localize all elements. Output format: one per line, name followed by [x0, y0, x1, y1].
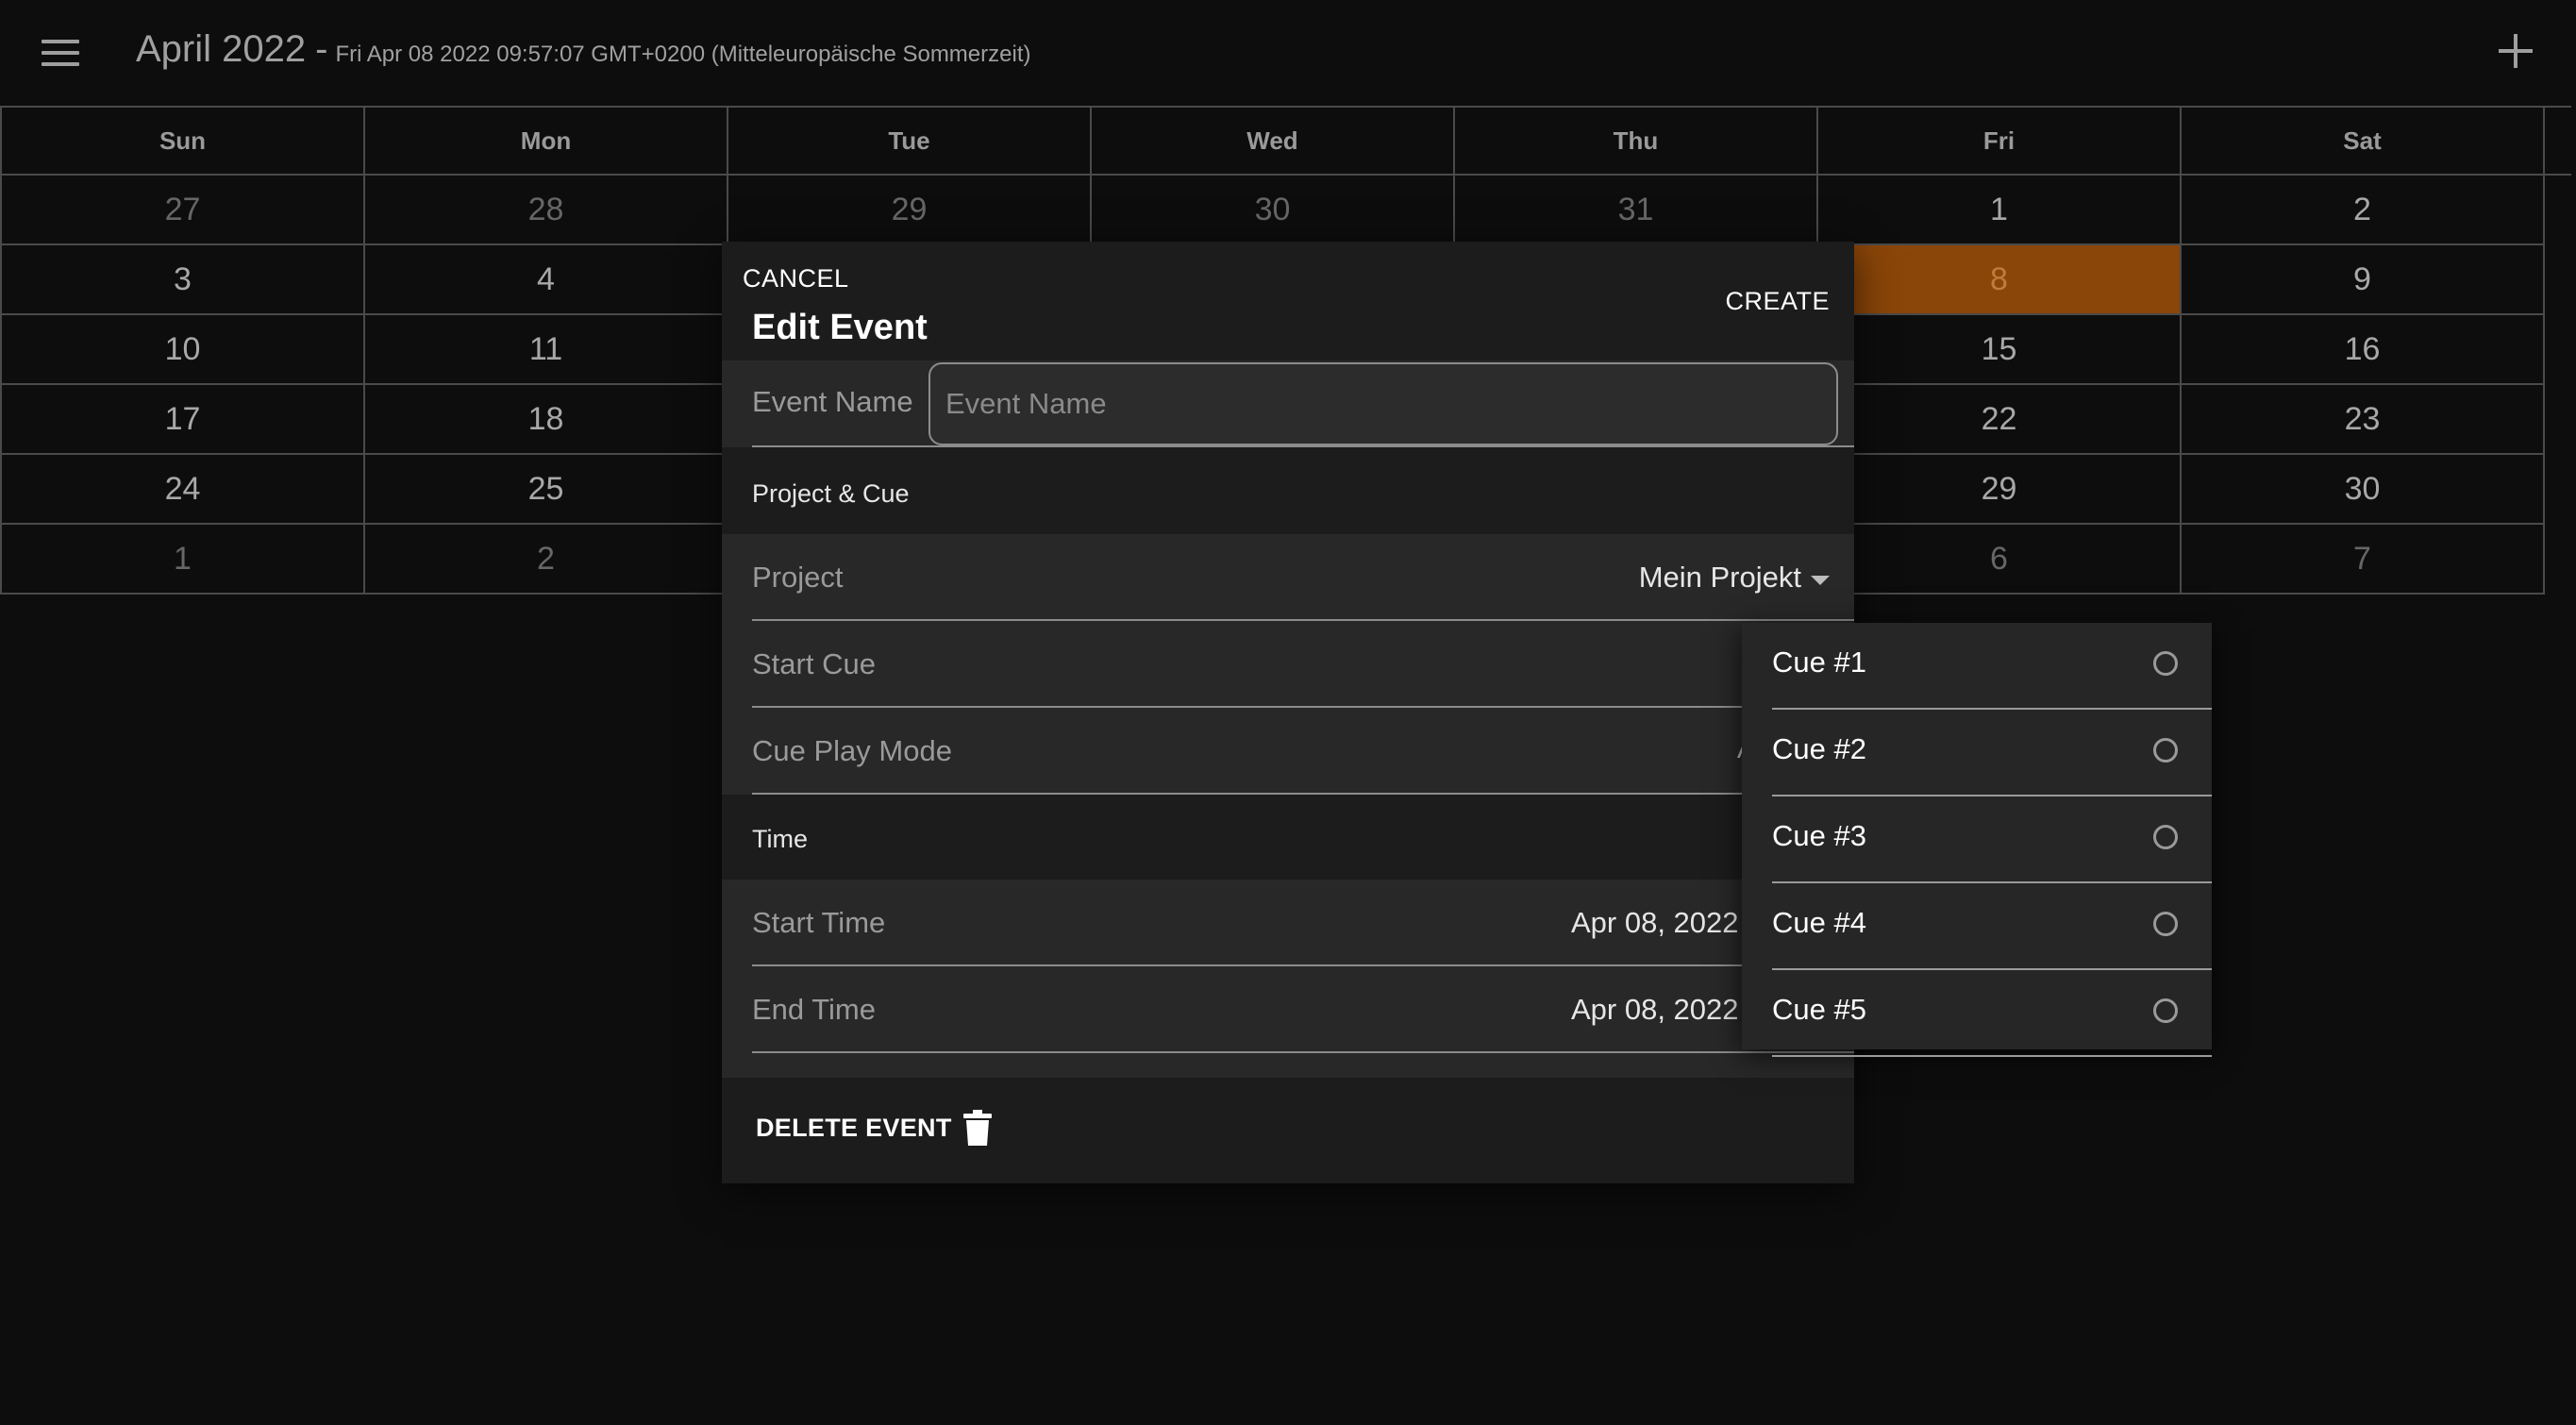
cue-option-label: Cue #2	[1772, 732, 1866, 765]
weekday-header: Sat	[2180, 106, 2543, 176]
title-separator: -	[315, 28, 328, 70]
weekday-header: Sun	[0, 106, 363, 176]
hamburger-menu-icon[interactable]	[42, 40, 79, 66]
edit-event-dialog: CANCEL CREATE Edit Event Event Name Proj…	[722, 242, 1854, 1183]
end-time-field[interactable]: End Time Apr 08, 2022	[722, 966, 1854, 1053]
project-label: Project	[752, 561, 844, 594]
divider	[752, 445, 1854, 447]
project-select[interactable]: Project Mein Projekt	[722, 534, 1854, 621]
end-time-value: Apr 08, 2022	[1571, 993, 1739, 1026]
calendar-day[interactable]: 17	[0, 385, 363, 455]
current-datetime: Fri Apr 08 2022 09:57:07 GMT+0200 (Mitte…	[335, 42, 1031, 67]
cue-option[interactable]: Cue #5	[1742, 970, 2212, 1057]
calendar-day[interactable]: 1	[1816, 176, 2180, 245]
grid-edge	[2543, 176, 2571, 245]
calendar-day[interactable]: 23	[2180, 385, 2543, 455]
delete-event-button[interactable]: DELETE EVENT	[756, 1110, 992, 1146]
radio-icon[interactable]	[2153, 738, 2178, 763]
calendar-day[interactable]: 1	[0, 525, 363, 595]
calendar-day[interactable]: 4	[363, 245, 727, 315]
calendar-day[interactable]: 16	[2180, 315, 2543, 385]
section-project-cue: Project & Cue	[752, 479, 910, 508]
calendar-day[interactable]: 27	[0, 176, 363, 245]
radio-icon[interactable]	[2153, 825, 2178, 849]
create-button[interactable]: CREATE	[1725, 287, 1830, 316]
calendar-day[interactable]: 30	[1090, 176, 1453, 245]
calendar-day[interactable]: 31	[1453, 176, 1816, 245]
cue-option[interactable]: Cue #4	[1742, 883, 2212, 970]
calendar-day[interactable]: 29	[1816, 455, 2180, 525]
month-title: April 2022	[136, 28, 307, 70]
chevron-down-icon	[1811, 576, 1830, 585]
start-time-field[interactable]: Start Time Apr 08, 2022	[722, 880, 1854, 966]
dialog-spacer	[722, 1053, 1854, 1078]
cue-option-label: Cue #4	[1772, 906, 1866, 939]
event-name-input[interactable]	[928, 362, 1838, 445]
calendar-day[interactable]: 24	[0, 455, 363, 525]
event-name-row: Event Name	[722, 360, 1854, 447]
calendar-day[interactable]: 25	[363, 455, 727, 525]
calendar-day[interactable]: 2	[2180, 176, 2543, 245]
grid-edge	[2543, 455, 2571, 525]
weekday-header: Tue	[727, 106, 1090, 176]
calendar-day-today[interactable]: 8	[1816, 245, 2180, 315]
calendar-day[interactable]: 7	[2180, 525, 2543, 595]
grid-edge	[2543, 525, 2571, 595]
cue-option-label: Cue #3	[1772, 819, 1866, 852]
end-time-label: End Time	[752, 993, 876, 1026]
divider	[752, 793, 1854, 795]
weekday-header: Wed	[1090, 106, 1453, 176]
grid-edge	[2543, 315, 2571, 385]
cue-play-mode-select[interactable]: Cue Play Mode A	[722, 708, 1854, 795]
start-cue-select[interactable]: Start Cue	[722, 621, 1854, 708]
calendar-day[interactable]: 29	[727, 176, 1090, 245]
start-time-value: Apr 08, 2022	[1571, 906, 1739, 939]
calendar-day[interactable]: 2	[363, 525, 727, 595]
delete-event-label: DELETE EVENT	[756, 1113, 952, 1142]
cancel-button[interactable]: CANCEL	[743, 264, 849, 293]
start-cue-label: Start Cue	[752, 647, 876, 680]
section-time: Time	[752, 825, 808, 853]
cue-option-label: Cue #5	[1772, 993, 1866, 1026]
start-cue-dropdown: Cue #1 Cue #2 Cue #3 Cue #4 Cue #5	[1742, 623, 2212, 1057]
project-value: Mein Projekt	[1638, 561, 1801, 594]
calendar-day[interactable]: 11	[363, 315, 727, 385]
radio-icon[interactable]	[2153, 651, 2178, 676]
plus-icon[interactable]	[2493, 28, 2538, 74]
calendar-day[interactable]: 10	[0, 315, 363, 385]
trash-icon	[962, 1110, 992, 1146]
grid-edge	[2543, 245, 2571, 315]
weekday-header: Fri	[1816, 106, 2180, 176]
calendar-day[interactable]: 28	[363, 176, 727, 245]
calendar-day[interactable]: 30	[2180, 455, 2543, 525]
start-time-label: Start Time	[752, 906, 886, 939]
cue-option[interactable]: Cue #1	[1742, 623, 2212, 710]
calendar-day[interactable]: 3	[0, 245, 363, 315]
weekday-header: Thu	[1453, 106, 1816, 176]
cue-play-mode-label: Cue Play Mode	[752, 734, 952, 767]
cue-option[interactable]: Cue #2	[1742, 710, 2212, 796]
top-app-bar: April 2022- Fri Apr 08 2022 09:57:07 GMT+…	[0, 0, 2576, 106]
cue-option[interactable]: Cue #3	[1742, 796, 2212, 883]
calendar-day[interactable]: 6	[1816, 525, 2180, 595]
page-title: April 2022- Fri Apr 08 2022 09:57:07 GMT+…	[136, 28, 1030, 71]
grid-edge	[2543, 106, 2571, 176]
cue-option-label: Cue #1	[1772, 645, 1866, 679]
grid-edge	[2543, 385, 2571, 455]
event-name-label: Event Name	[752, 385, 913, 418]
radio-icon[interactable]	[2153, 912, 2178, 936]
calendar-day[interactable]: 18	[363, 385, 727, 455]
calendar-day[interactable]: 15	[1816, 315, 2180, 385]
dialog-title: Edit Event	[752, 308, 928, 347]
calendar-day[interactable]: 22	[1816, 385, 2180, 455]
weekday-header: Mon	[363, 106, 727, 176]
calendar-app: April 2022- Fri Apr 08 2022 09:57:07 GMT+…	[0, 0, 2576, 1425]
divider	[1772, 1055, 2212, 1057]
calendar-day[interactable]: 9	[2180, 245, 2543, 315]
radio-icon[interactable]	[2153, 998, 2178, 1023]
